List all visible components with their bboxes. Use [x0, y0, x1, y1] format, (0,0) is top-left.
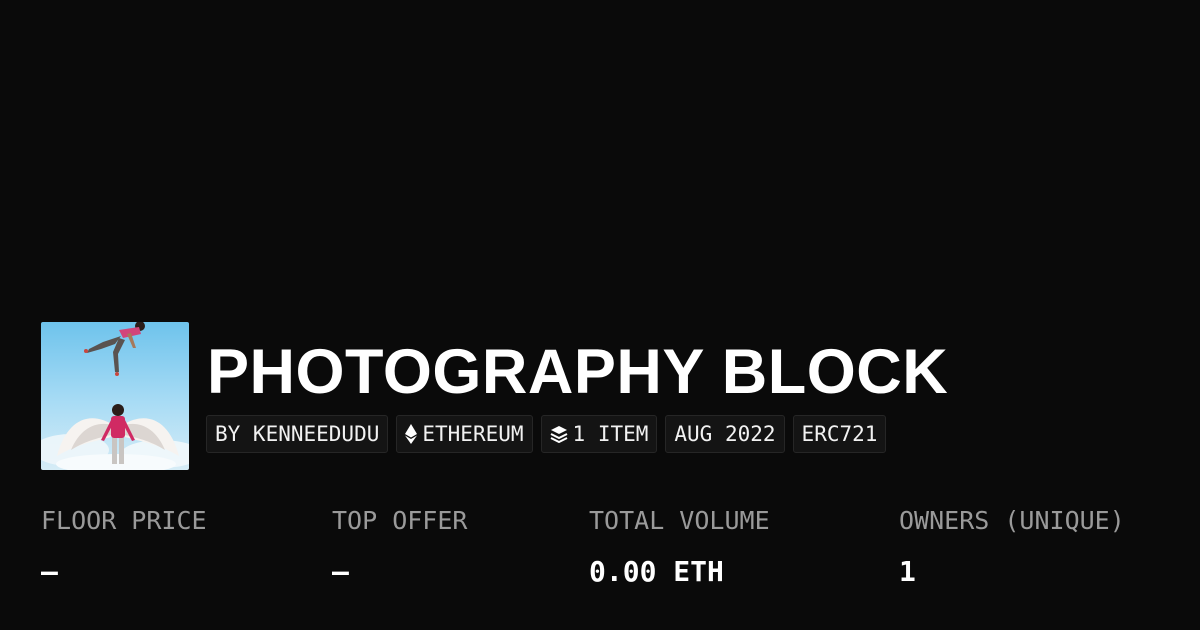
- chain-tag: ETHEREUM: [396, 415, 533, 453]
- collection-thumbnail: [41, 322, 189, 470]
- floor-price-label: FLOOR PRICE: [41, 506, 207, 535]
- owners-value: 1: [899, 555, 916, 588]
- chain-label: ETHEREUM: [422, 422, 524, 446]
- total-volume-label: TOTAL VOLUME: [589, 506, 770, 535]
- top-offer-value: —: [332, 555, 349, 588]
- layers-icon: [550, 425, 568, 443]
- floor-price-value: —: [41, 555, 58, 588]
- items-label: 1 ITEM: [572, 422, 649, 446]
- stat-total-volume: TOTAL VOLUME 0.00 ETH: [589, 502, 770, 590]
- creator-tag[interactable]: BY KENNEEDUDU: [206, 415, 389, 453]
- collection-tags: BY KENNEEDUDU ETHEREUM 1 ITEM AUG 2022 E…: [206, 415, 887, 453]
- collection-title: PHOTOGRAPHY BLOCK: [207, 337, 949, 407]
- ethereum-icon: [405, 424, 418, 444]
- items-tag: 1 ITEM: [540, 415, 658, 453]
- date-label: AUG 2022: [674, 422, 776, 446]
- standard-label: ERC721: [801, 422, 878, 446]
- date-tag: AUG 2022: [665, 415, 785, 453]
- owners-label: OWNERS (UNIQUE): [899, 506, 1125, 535]
- top-offer-label: TOP OFFER: [332, 506, 468, 535]
- stat-owners: OWNERS (UNIQUE) 1: [899, 502, 1125, 590]
- standard-tag: ERC721: [792, 415, 887, 453]
- stat-floor-price: FLOOR PRICE —: [41, 502, 207, 590]
- total-volume-value: 0.00 ETH: [589, 555, 724, 588]
- stat-top-offer: TOP OFFER —: [332, 502, 467, 590]
- creator-label: BY KENNEEDUDU: [215, 422, 380, 446]
